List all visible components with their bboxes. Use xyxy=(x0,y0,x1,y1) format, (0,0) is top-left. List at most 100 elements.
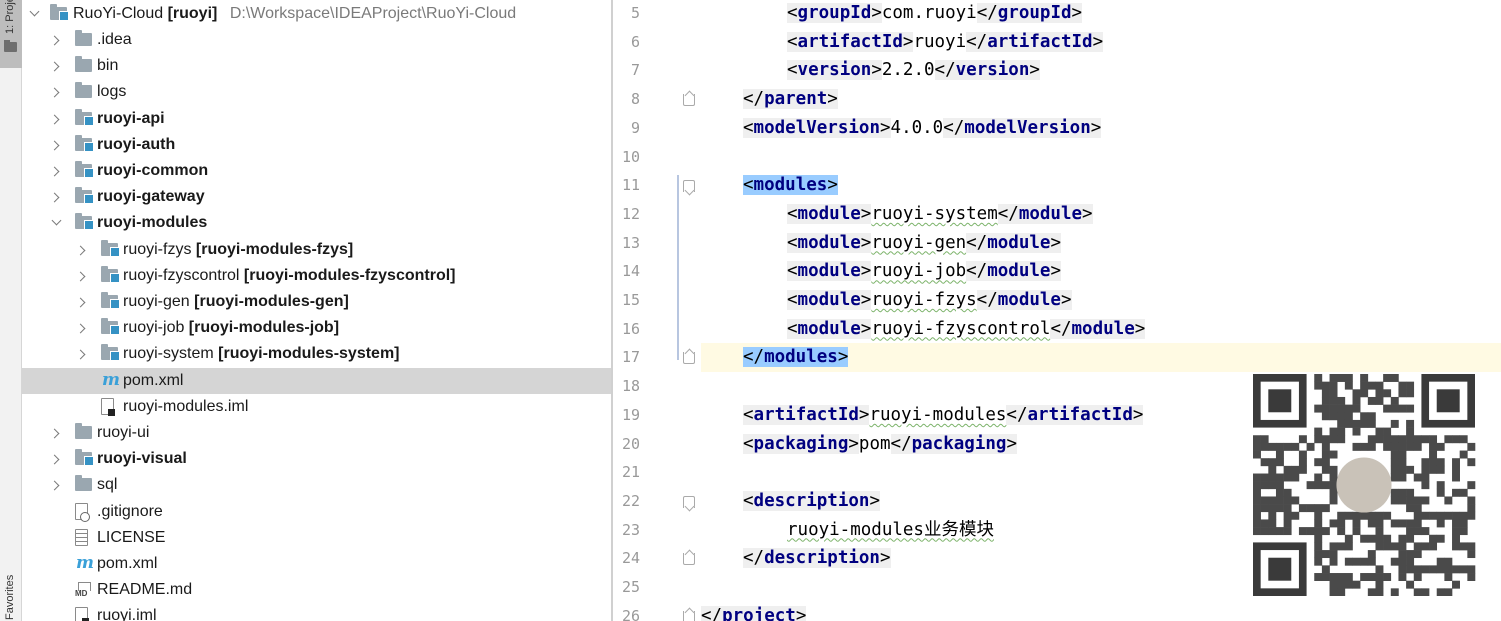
chevron-right-icon[interactable] xyxy=(52,192,62,202)
tag-value: com.ruoyi xyxy=(881,3,977,23)
chevron-right-icon[interactable] xyxy=(78,271,88,281)
tag-bracket: > xyxy=(879,117,891,138)
code-content: <packaging>pom</packaging> xyxy=(743,433,1017,454)
tag-name: modelVersion xyxy=(753,117,880,138)
opening-tag: <artifactId> xyxy=(787,31,914,52)
tag-bracket: > xyxy=(1060,290,1072,310)
fold-expand-icon[interactable] xyxy=(683,180,695,193)
chevron-right-icon[interactable] xyxy=(78,349,88,359)
module-folder-icon xyxy=(101,292,120,309)
tree-item[interactable]: MD README.md xyxy=(22,577,611,603)
chevron-right-icon[interactable] xyxy=(52,454,62,464)
tree-item[interactable]: ruoyi-common xyxy=(22,158,611,184)
code-content: <groupId>com.ruoyi</groupId> xyxy=(787,3,1083,23)
tag-value: ruoyi-gen xyxy=(871,232,967,253)
tree-item[interactable]: sql xyxy=(22,472,611,498)
closing-tag: </module> xyxy=(976,290,1072,310)
tag-bracket: </ xyxy=(890,433,912,454)
tag-name: module xyxy=(997,290,1061,310)
chevron-right-icon[interactable] xyxy=(52,166,62,176)
chevron-right-icon[interactable] xyxy=(52,140,62,150)
fold-collapse-icon[interactable] xyxy=(683,352,695,365)
tree-item[interactable]: ruoyi-job [ruoyi-modules-job] xyxy=(22,315,611,341)
chevron-right-icon[interactable] xyxy=(52,480,62,490)
tree-item[interactable]: LICENSE xyxy=(22,525,611,551)
tag-name: module xyxy=(797,318,861,339)
line-number: 8 xyxy=(630,90,640,109)
tag-value: ruoyi-system xyxy=(871,203,998,224)
project-tool-tab[interactable]: 1: Project xyxy=(0,0,22,68)
tree-item[interactable]: ruoyi-ui xyxy=(22,420,611,446)
fold-collapse-icon[interactable] xyxy=(683,553,695,566)
chevron-down-icon[interactable] xyxy=(30,9,40,19)
fold-collapse-icon[interactable] xyxy=(683,94,695,107)
tree-item[interactable]: .idea xyxy=(22,27,611,53)
tag-bracket: < xyxy=(787,318,798,339)
tree-item-module: [ruoyi-modules-fzys] xyxy=(191,240,354,258)
tree-item[interactable]: ruoyi-fzyscontrol [ruoyi-modules-fzyscon… xyxy=(22,263,611,289)
qr-code-image xyxy=(1253,374,1476,596)
code-line: <version>2.2.0</version> xyxy=(701,56,1501,85)
tag-bracket: > xyxy=(1050,261,1061,282)
tag-bracket: > xyxy=(1134,318,1146,339)
module-folder-icon xyxy=(101,265,120,283)
code-line: </modules> xyxy=(701,343,1501,373)
tree-item-label: pom.xml xyxy=(123,371,184,389)
tag-value: ruoyi-modules xyxy=(869,404,1007,425)
tree-item[interactable]: m pom.xml xyxy=(22,367,611,394)
code-content: <modules> xyxy=(743,175,838,196)
chevron-right-icon[interactable] xyxy=(52,35,62,45)
tree-item[interactable]: logs xyxy=(22,79,611,105)
tag-name: modules xyxy=(764,347,838,368)
chevron-right-icon[interactable] xyxy=(78,323,88,333)
chevron-right-icon[interactable] xyxy=(52,61,62,71)
tag-bracket: > xyxy=(795,605,807,621)
code-content: <version>2.2.0</version> xyxy=(787,60,1040,81)
chevron-down-icon[interactable] xyxy=(52,218,62,228)
favorites-tool-tab[interactable]: Favorites xyxy=(4,575,16,620)
closing-tag: </module> xyxy=(997,203,1093,224)
tree-item[interactable]: m pom.xml xyxy=(22,551,611,577)
tree-item-label: ruoyi-modules xyxy=(97,214,208,232)
tree-item[interactable]: ruoyi-gateway xyxy=(22,184,611,210)
tree-item-label: LICENSE xyxy=(97,528,166,546)
closing-tag: </groupId> xyxy=(976,3,1083,23)
code-content: ruoyi-modules业务模块 xyxy=(787,520,994,540)
tag-name: modules xyxy=(753,175,828,196)
tag-bracket: </ xyxy=(966,31,988,52)
tag-bracket: < xyxy=(743,175,754,196)
tree-root[interactable]: RuoYi-Cloud [ruoyi] D:\Workspace\IDEAPro… xyxy=(22,1,611,27)
tree-item[interactable]: ruoyi-modules.iml xyxy=(22,394,611,420)
tag-value: 4.0.0 xyxy=(890,117,944,138)
chevron-right-icon[interactable] xyxy=(52,428,62,438)
tree-item[interactable]: ruoyi-auth xyxy=(22,132,611,158)
tree-item[interactable]: .gitignore xyxy=(22,499,611,525)
tree-item[interactable]: ruoyi-gen [ruoyi-modules-gen] xyxy=(22,289,611,315)
iml-file-icon xyxy=(75,607,89,621)
closing-tag: </modelVersion> xyxy=(943,117,1102,138)
code-content: <module>ruoyi-gen</module> xyxy=(787,232,1061,253)
tree-item-label: logs xyxy=(97,83,127,101)
line-number: 22 xyxy=(621,491,640,510)
tag-bracket: > xyxy=(869,490,880,511)
line-number: 11 xyxy=(621,176,640,195)
tree-item[interactable]: ruoyi-system [ruoyi-modules-system] xyxy=(22,341,611,367)
tree-item[interactable]: ruoyi-modules xyxy=(22,210,611,236)
line-number: 12 xyxy=(621,204,640,223)
tree-item[interactable]: ruoyi-api xyxy=(22,106,611,132)
line-number: 25 xyxy=(621,578,640,596)
chevron-right-icon[interactable] xyxy=(78,245,88,255)
tag-bracket: > xyxy=(1029,60,1040,81)
tag-bracket: </ xyxy=(1050,318,1072,339)
tree-item[interactable]: ruoyi.iml xyxy=(22,603,611,621)
chevron-right-icon[interactable] xyxy=(52,114,62,124)
tree-item[interactable]: ruoyi-visual xyxy=(22,446,611,472)
fold-collapse-icon[interactable] xyxy=(683,610,695,621)
tree-item[interactable]: bin xyxy=(22,53,611,79)
chevron-right-icon[interactable] xyxy=(52,87,62,97)
fold-expand-icon[interactable] xyxy=(683,495,695,508)
tag-bracket: > xyxy=(860,318,872,339)
markdown-file-icon: MD xyxy=(75,582,92,598)
tree-item[interactable]: ruoyi-fzys [ruoyi-modules-fzys] xyxy=(22,237,611,263)
chevron-right-icon[interactable] xyxy=(78,297,88,307)
